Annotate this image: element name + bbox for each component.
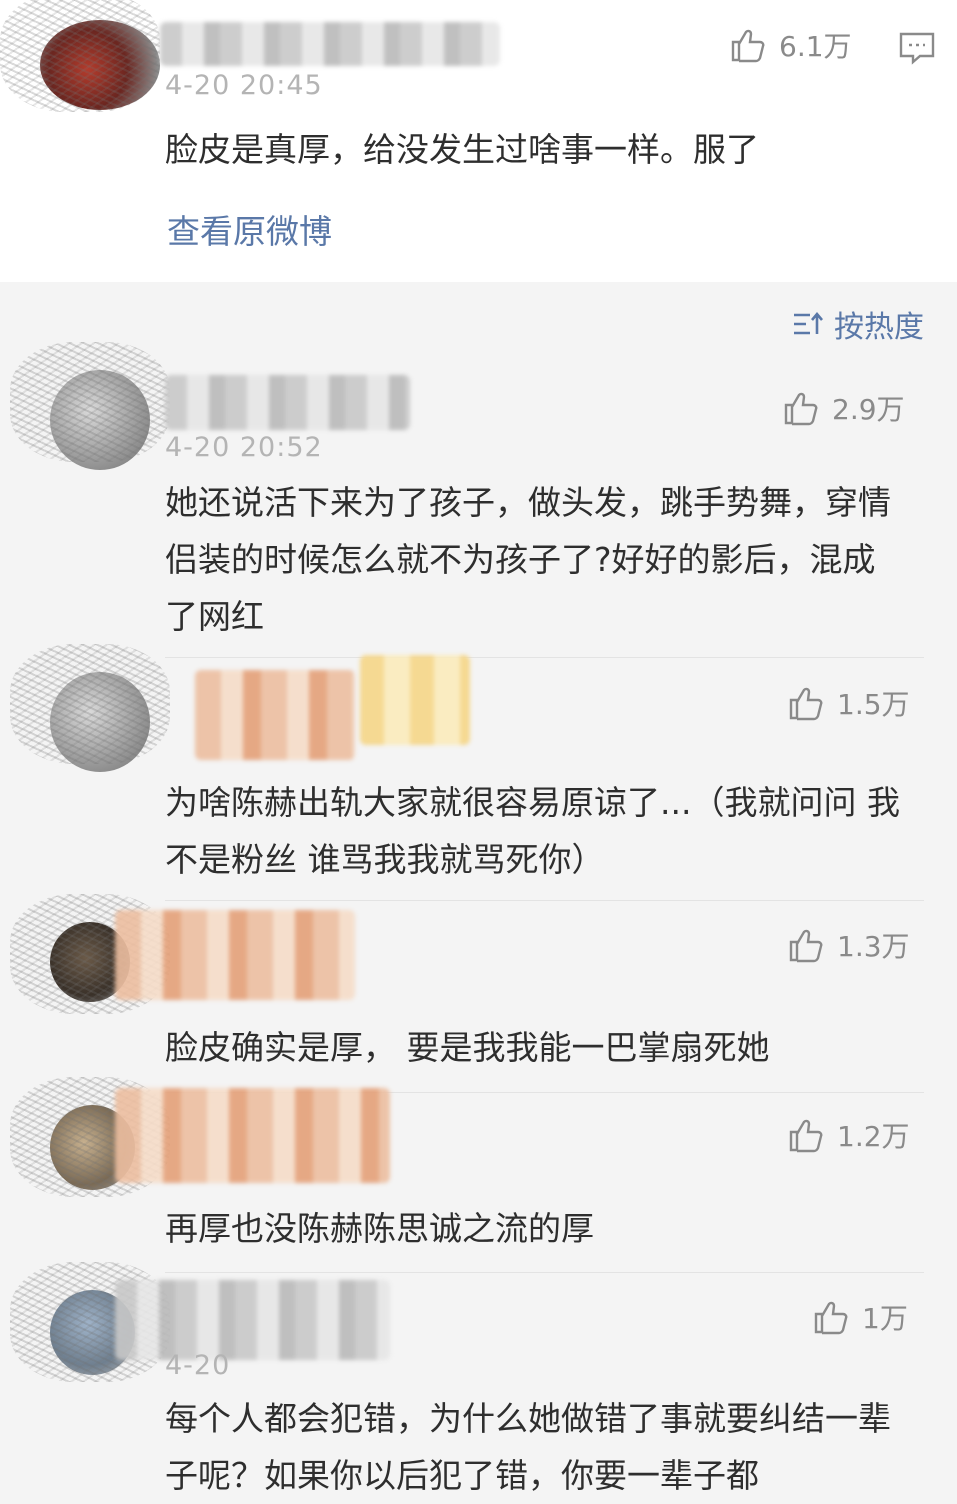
- thumb-up-icon: [789, 1119, 823, 1153]
- like-count: 2.9万: [832, 393, 905, 426]
- avatar[interactable]: [10, 644, 170, 772]
- comment-text: 为啥陈赫出轨大家就很容易原谅了...（我就问问 我不是粉丝 谁骂我我就骂死你）: [165, 783, 900, 879]
- view-original-link[interactable]: 查看原微博: [167, 205, 332, 253]
- like-count: 1万: [862, 1302, 908, 1335]
- like-count: 1.5万: [837, 688, 910, 721]
- thumb-up-icon: [789, 687, 823, 721]
- divider: [165, 900, 924, 901]
- username-blurred[interactable]: [115, 910, 355, 1000]
- comment-time: 4-20: [165, 1350, 231, 1381]
- like-button[interactable]: 1万: [810, 1297, 908, 1337]
- sort-label: 按热度: [834, 310, 924, 345]
- top-comment-card: 4-20 20:45 6.1万 脸皮是真厚，给没发生过啥事一样。服了 查看原微博: [0, 0, 957, 282]
- comment-icon[interactable]: [898, 30, 936, 66]
- like-button[interactable]: 1.3万: [785, 925, 910, 965]
- username-blurred[interactable]: [195, 670, 355, 760]
- comment-text: 再厚也没陈赫陈思诚之流的厚: [165, 1209, 594, 1248]
- username-badge-blurred: [360, 655, 470, 745]
- comment-time: 4-20 20:52: [165, 432, 323, 463]
- username-blurred[interactable]: [160, 22, 500, 66]
- sort-toggle[interactable]: 按热度: [792, 302, 924, 346]
- comment-text: 脸皮是真厚，给没发生过啥事一样。服了: [165, 130, 759, 169]
- avatar[interactable]: [0, 0, 160, 112]
- divider: [165, 1272, 924, 1273]
- comment-text: 每个人都会犯错，为什么她做错了事就要纠结一辈子呢？如果你以后犯了错，你要一辈子都: [165, 1399, 891, 1495]
- like-button[interactable]: 6.1万: [727, 25, 852, 65]
- like-count: 1.3万: [837, 930, 910, 963]
- thumb-up-icon: [789, 929, 823, 963]
- username-blurred[interactable]: [115, 1280, 390, 1360]
- username-blurred[interactable]: [115, 1088, 390, 1183]
- thumb-up-icon: [731, 29, 765, 63]
- comment-time: 4-20 20:45: [165, 70, 323, 101]
- divider: [165, 657, 924, 658]
- like-count: 1.2万: [837, 1120, 910, 1153]
- like-button[interactable]: 2.9万: [780, 388, 905, 428]
- avatar[interactable]: [10, 342, 170, 470]
- like-button[interactable]: 1.2万: [785, 1115, 910, 1155]
- sort-icon: [794, 311, 823, 335]
- username-blurred[interactable]: [165, 375, 410, 430]
- comment-text: 脸皮确实是厚， 要是我我能一巴掌扇死她: [165, 1028, 770, 1067]
- like-count: 6.1万: [779, 30, 852, 63]
- like-button[interactable]: 1.5万: [785, 683, 910, 723]
- comment-text: 她还说活下来为了孩子，做头发，跳手势舞，穿情侣装的时候怎么就不为孩子了?好好的影…: [165, 483, 891, 636]
- thumb-up-icon: [814, 1301, 848, 1335]
- thumb-up-icon: [784, 392, 818, 426]
